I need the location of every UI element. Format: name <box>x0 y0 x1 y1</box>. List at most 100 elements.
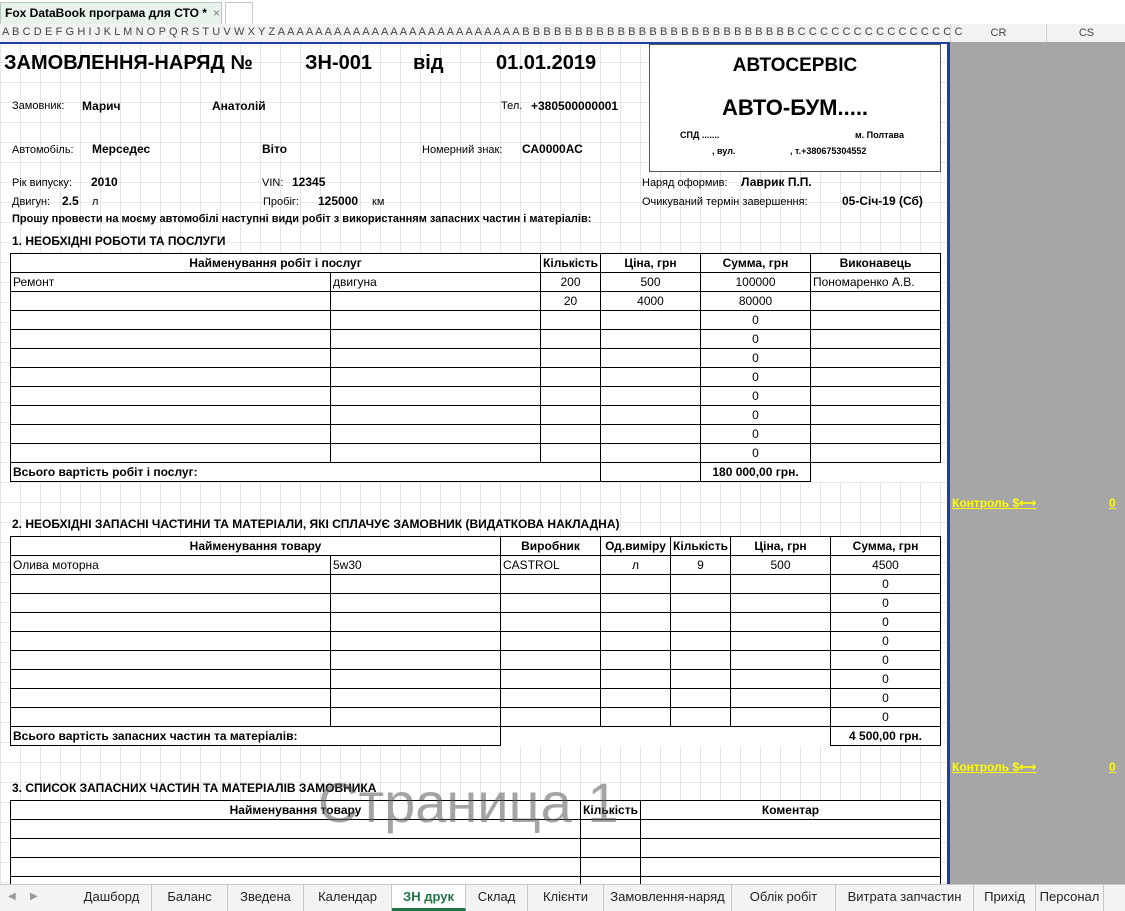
car-model[interactable]: Віто <box>262 142 287 156</box>
table-cell[interactable]: Ремонт <box>10 272 331 292</box>
table-cell[interactable] <box>600 669 672 689</box>
table-cell[interactable] <box>600 612 672 632</box>
sheet-tab[interactable]: Облік робіт <box>732 885 836 911</box>
table-cell[interactable] <box>500 688 602 708</box>
sheet-tab[interactable]: Замовлення-наряд <box>604 885 732 911</box>
engine-value[interactable]: 2.5 <box>62 194 79 208</box>
table-row[interactable]: 0 <box>10 443 941 463</box>
table-cell[interactable] <box>500 707 602 727</box>
table-cell[interactable]: 0 <box>830 688 942 708</box>
table-row[interactable]: 0 <box>10 574 942 594</box>
customer-phone[interactable]: +380500000001 <box>531 99 618 113</box>
table-row[interactable]: 0 <box>10 631 942 651</box>
table-cell[interactable] <box>10 291 331 311</box>
sheet-tab[interactable]: ЗН друк <box>392 885 466 911</box>
table-cell[interactable] <box>600 386 701 406</box>
table-cell[interactable] <box>670 650 732 670</box>
table-cell[interactable] <box>600 348 701 368</box>
table-cell[interactable] <box>730 612 832 632</box>
table-cell[interactable]: Пономаренко А.В. <box>810 272 941 292</box>
table-cell[interactable] <box>329 631 502 651</box>
table-row[interactable]: 0 <box>10 348 941 368</box>
table-cell[interactable]: 200 <box>540 272 601 292</box>
table-cell[interactable] <box>670 688 732 708</box>
table-cell[interactable] <box>580 876 641 884</box>
car-make[interactable]: Мерседес <box>92 142 150 156</box>
sheet-tab[interactable]: Баланс <box>152 885 228 911</box>
file-tab[interactable]: Fox DataBook програма для СТО * × <box>0 2 222 24</box>
table-cell[interactable] <box>10 443 331 463</box>
table-cell[interactable] <box>730 574 832 594</box>
table-row[interactable]: 0 <box>10 688 942 708</box>
table-row[interactable]: 0 <box>10 593 942 613</box>
table-cell[interactable] <box>810 367 941 387</box>
table-cell[interactable] <box>10 707 331 727</box>
table-cell[interactable]: CASTROL <box>500 555 602 575</box>
table-cell[interactable] <box>10 367 331 387</box>
table-cell[interactable] <box>10 688 331 708</box>
table-row[interactable]: 0 <box>10 669 942 689</box>
control-value-parts[interactable]: 0 <box>1109 760 1116 774</box>
table-cell[interactable] <box>600 650 672 670</box>
table-cell[interactable]: 0 <box>830 574 942 594</box>
table-cell[interactable] <box>10 386 331 406</box>
table-cell[interactable] <box>730 650 832 670</box>
table-cell[interactable]: 0 <box>830 650 942 670</box>
table-cell[interactable] <box>540 443 601 463</box>
table-cell[interactable] <box>600 329 701 349</box>
issued-by[interactable]: Лаврик П.П. <box>741 175 812 189</box>
order-date[interactable]: 01.01.2019 <box>496 52 596 75</box>
table-cell[interactable]: л <box>600 555 672 575</box>
works-total-value[interactable]: 180 000,00 грн. <box>700 462 811 482</box>
vin-value[interactable]: 12345 <box>292 175 325 189</box>
close-icon[interactable]: × <box>213 6 220 20</box>
table-cell[interactable] <box>540 405 601 425</box>
table-cell[interactable] <box>10 348 331 368</box>
table-cell[interactable] <box>10 612 331 632</box>
table-cell[interactable] <box>330 367 541 387</box>
table-cell[interactable] <box>600 593 672 613</box>
table-cell[interactable] <box>10 310 331 330</box>
table-cell[interactable]: 4500 <box>830 555 942 575</box>
table-cell[interactable] <box>540 310 601 330</box>
table-cell[interactable] <box>10 574 331 594</box>
table-cell[interactable] <box>330 329 541 349</box>
parts-total-value[interactable]: 4 500,00 грн. <box>830 726 942 746</box>
table-cell[interactable] <box>10 857 581 877</box>
control-value-works[interactable]: 0 <box>1109 496 1116 510</box>
sheet-tab[interactable]: Календар <box>304 885 392 911</box>
table-cell[interactable] <box>600 405 701 425</box>
table-cell[interactable] <box>329 688 502 708</box>
outside-print-area[interactable]: Контроль $⟷ 0 Контроль $⟷ 0 <box>950 42 1125 884</box>
table-cell[interactable] <box>730 593 832 613</box>
mileage-value[interactable]: 125000 <box>318 194 358 208</box>
table-cell[interactable]: 0 <box>830 669 942 689</box>
table-cell[interactable] <box>10 329 331 349</box>
table-cell[interactable] <box>329 593 502 613</box>
table-cell[interactable]: 5w30 <box>329 555 502 575</box>
table-cell[interactable]: 9 <box>670 555 732 575</box>
customer-lastname[interactable]: Марич <box>82 99 121 113</box>
table-cell[interactable] <box>600 424 701 444</box>
column-header-cr[interactable]: CR <box>950 24 1046 42</box>
scroll-right-icon[interactable]: ▶ <box>30 891 38 902</box>
table-cell[interactable]: 0 <box>700 310 811 330</box>
table-cell[interactable]: 0 <box>830 631 942 651</box>
table-cell[interactable] <box>10 593 331 613</box>
table-cell[interactable]: 500 <box>730 555 832 575</box>
sheet-tab[interactable]: Прихід <box>974 885 1036 911</box>
table-cell[interactable]: 100000 <box>700 272 811 292</box>
sheet-tab[interactable]: Витрата запчастин <box>836 885 974 911</box>
table-cell[interactable] <box>10 876 581 884</box>
table-cell[interactable] <box>500 612 602 632</box>
table-cell[interactable] <box>329 669 502 689</box>
table-cell[interactable] <box>640 857 941 877</box>
table-row[interactable]: 0 <box>10 650 942 670</box>
table-cell[interactable] <box>580 838 641 858</box>
table-cell[interactable] <box>670 574 732 594</box>
table-cell[interactable]: 0 <box>700 329 811 349</box>
table-cell[interactable] <box>670 593 732 613</box>
column-header-cs[interactable]: CS <box>1046 24 1125 42</box>
table-cell[interactable]: двигуна <box>330 272 541 292</box>
order-number[interactable]: ЗН-001 <box>305 52 372 75</box>
